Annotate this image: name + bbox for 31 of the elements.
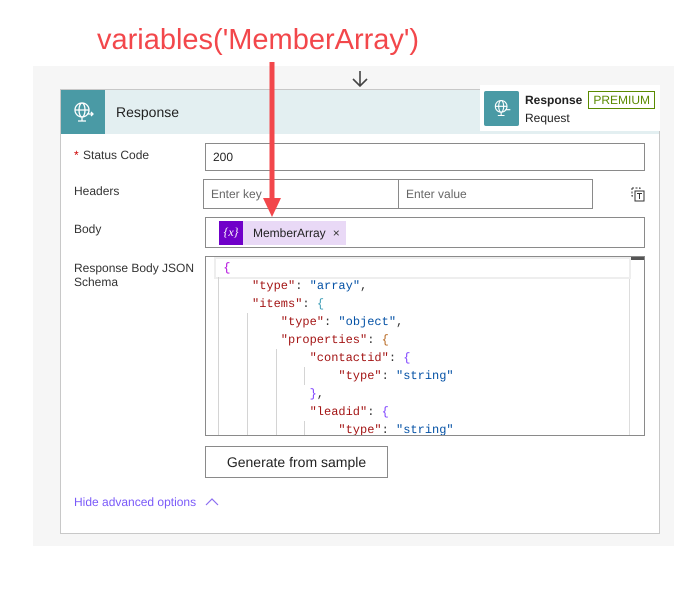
variable-icon: {x} (219, 220, 243, 244)
hide-advanced-options-link[interactable]: Hide advanced options (74, 495, 220, 509)
text-mode-icon[interactable] (631, 186, 645, 202)
status-code-field[interactable]: 200 (205, 143, 645, 171)
field-label: Response Body JSON Schema (74, 261, 194, 289)
header-value-field[interactable]: Enter value (398, 179, 593, 209)
code-line: "type": "string" (338, 369, 454, 383)
code-line: }, (310, 387, 324, 401)
code-line: "contactid": { (310, 351, 410, 365)
header-key-field[interactable]: Enter key (203, 179, 398, 209)
code-line: "leadid": { (310, 405, 389, 419)
field-label: Headers (74, 184, 120, 198)
connector-name: Response (525, 93, 582, 107)
required-mark: * (74, 148, 79, 162)
generate-from-sample-button[interactable]: Generate from sample (205, 446, 388, 478)
scrollbar[interactable] (629, 257, 644, 435)
body-field[interactable]: {x} MemberArray × (205, 217, 645, 248)
code-line: "properties": { (280, 333, 389, 347)
connector-type: Request (525, 111, 571, 125)
code-line: "type": "object", (280, 315, 404, 329)
down-arrow-icon (351, 70, 369, 88)
code-line: "type": "array", (252, 279, 368, 293)
premium-badge: PREMIUM (588, 91, 656, 109)
card-title: Response (116, 104, 180, 120)
annotation-label: variables('MemberArray') (97, 23, 420, 58)
code-line: { (223, 261, 230, 275)
field-label: Status Code (83, 148, 150, 162)
code-line: "items": { (252, 297, 324, 311)
variable-token[interactable]: {x} MemberArray × (219, 220, 346, 244)
remove-token-button[interactable]: × (332, 226, 340, 240)
field-label: Body (74, 222, 102, 236)
